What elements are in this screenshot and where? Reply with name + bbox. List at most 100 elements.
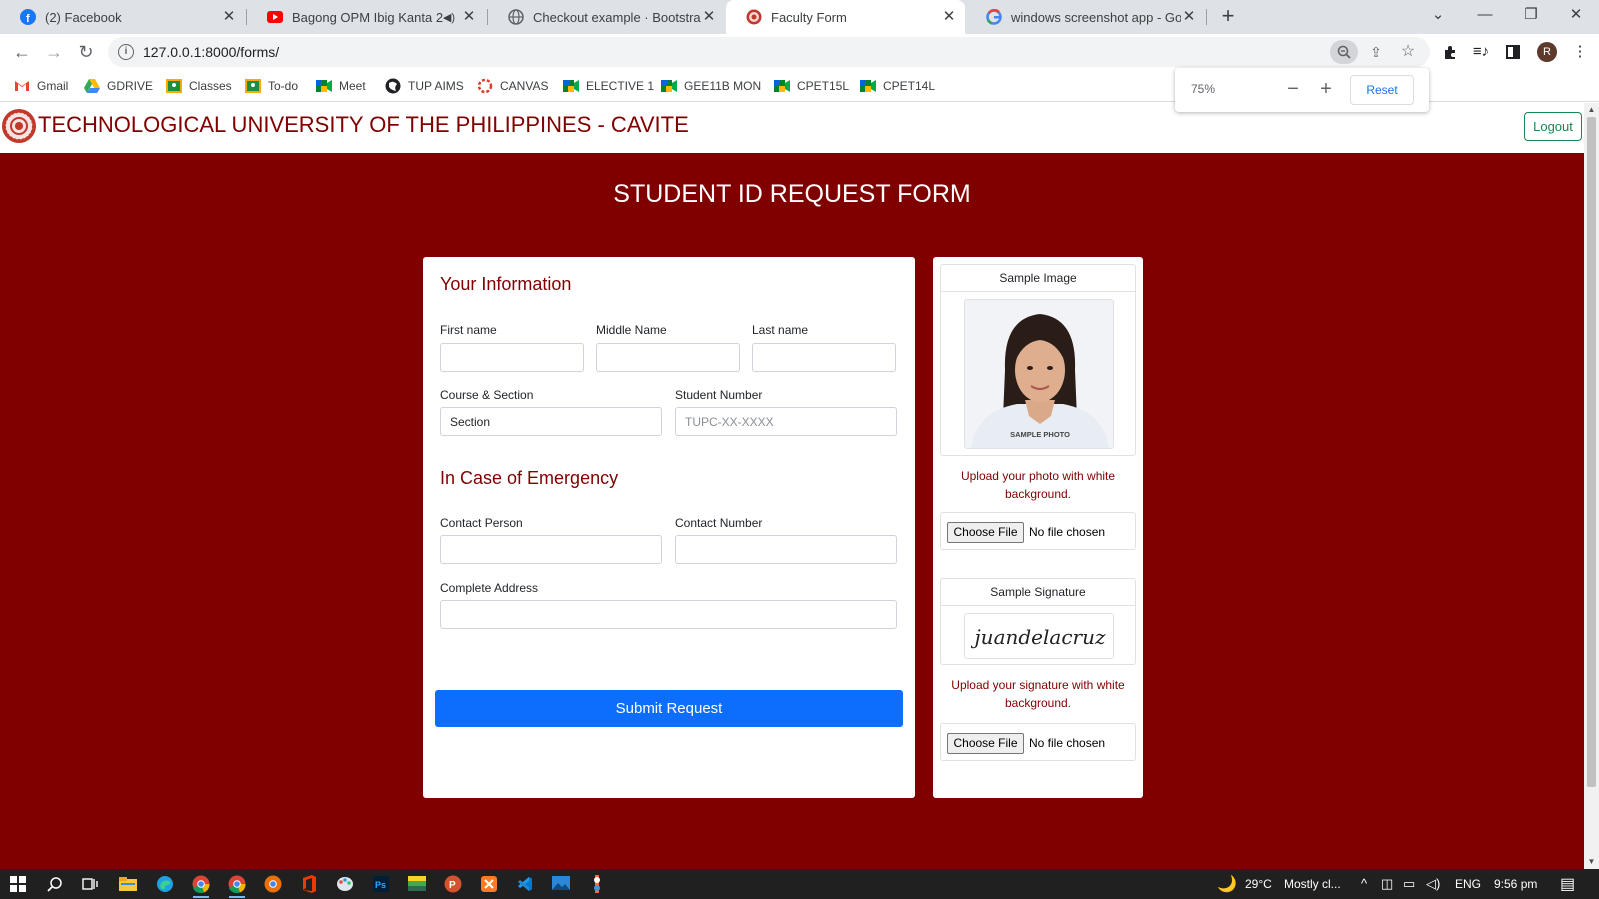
address-bar[interactable]: i 127.0.0.1:8000/forms/ ⇪ ☆ (108, 37, 1430, 67)
middle-name-field[interactable] (596, 343, 740, 372)
signature-file-status: No file chosen (1029, 736, 1106, 750)
edge-icon[interactable] (155, 874, 175, 894)
page-scrollbar[interactable]: ▲ ▼ (1584, 103, 1599, 869)
scroll-down-icon[interactable]: ▼ (1584, 855, 1599, 869)
bookmark-gee11b-mon[interactable]: GEE11B MON (661, 76, 761, 96)
meet-now-icon[interactable]: ◫ (1381, 876, 1393, 892)
photo-choose-file-button[interactable]: Choose File (947, 522, 1024, 543)
bookmark-cpet15l[interactable]: CPET15L (774, 76, 849, 96)
paint-icon[interactable] (335, 874, 355, 894)
bookmark-meet[interactable]: Meet (316, 76, 366, 96)
volume-icon[interactable]: ◁) (1426, 876, 1440, 892)
zoom-icon[interactable] (1330, 40, 1358, 64)
zoom-out-icon[interactable]: − (1282, 78, 1304, 100)
network-icon[interactable]: ▭ (1403, 876, 1415, 892)
meet-icon (563, 78, 579, 94)
stack-app-icon[interactable] (407, 874, 427, 894)
weather-description[interactable]: Mostly cl... (1284, 877, 1341, 891)
tab-search-icon[interactable]: ⌄ (1415, 0, 1461, 30)
share-icon[interactable]: ⇪ (1364, 40, 1388, 64)
meet-icon (774, 78, 790, 94)
bookmark-label: CPET15L (797, 79, 850, 93)
bookmark-canvas[interactable]: CANVAS (477, 76, 548, 96)
submit-request-button[interactable]: Submit Request (435, 690, 903, 727)
close-icon[interactable]: ✕ (461, 9, 477, 25)
file-explorer-icon[interactable] (118, 874, 138, 894)
search-icon[interactable] (45, 874, 65, 894)
bookmark-todo[interactable]: To-do (245, 76, 298, 96)
bookmark-cpet14l[interactable]: CPET14L (860, 76, 935, 96)
contact-person-field[interactable] (440, 535, 662, 564)
first-name-field[interactable] (440, 343, 584, 372)
student-number-field[interactable] (675, 407, 897, 436)
reload-icon[interactable]: ↻ (73, 39, 99, 65)
windows-start-icon[interactable] (8, 874, 28, 894)
close-icon[interactable]: ✕ (221, 9, 237, 25)
speaker-icon[interactable]: ◀) (443, 11, 455, 24)
bookmark-gdrive[interactable]: GDRIVE (84, 76, 153, 96)
screenshot-app-icon[interactable] (551, 874, 571, 894)
chrome-beta-icon[interactable] (263, 874, 283, 894)
bookmark-gmail[interactable]: Gmail (14, 76, 68, 96)
powerpoint-icon[interactable]: P (443, 874, 463, 894)
notifications-icon[interactable]: ▤ (1560, 874, 1575, 894)
language-indicator[interactable]: ENG (1455, 877, 1481, 891)
bookmark-star-icon[interactable]: ☆ (1396, 40, 1420, 64)
sample-image-frame: Sample Image SAMPLE PHOTO (940, 264, 1136, 456)
zoom-level: 75% (1191, 82, 1216, 96)
scroll-thumb[interactable] (1587, 117, 1596, 787)
office-icon[interactable] (299, 874, 319, 894)
close-icon[interactable]: ✕ (941, 9, 957, 25)
tab-bootstrap-checkout[interactable]: Checkout example · Bootstrap v5 ✕ (488, 0, 725, 34)
bookmark-tup-aims[interactable]: TUP AIMS (385, 76, 464, 96)
back-icon[interactable]: ← (9, 39, 35, 65)
tab-google-search[interactable]: windows screenshot app - Googl ✕ (966, 0, 1205, 34)
clock[interactable]: 9:56 pm (1494, 877, 1537, 891)
profile-avatar[interactable]: R (1537, 42, 1557, 62)
task-view-icon[interactable] (80, 874, 100, 894)
tray-chevron-up-icon[interactable]: ^ (1361, 876, 1367, 891)
tab-faculty-form[interactable]: Faculty Form ✕ (726, 0, 965, 34)
chrome-profile-icon[interactable] (227, 874, 247, 898)
menu-kebab-icon[interactable]: ⋮ (1567, 39, 1593, 65)
complete-address-field[interactable] (440, 600, 897, 629)
sample-signature-header: Sample Signature (941, 579, 1135, 606)
bookmark-elective-1[interactable]: ELECTIVE 1 (563, 76, 654, 96)
contact-person-label: Contact Person (440, 516, 523, 530)
restore-icon[interactable]: ❐ (1508, 0, 1554, 30)
course-section-field[interactable] (440, 407, 662, 436)
signature-file-input[interactable]: Choose File No file chosen (940, 723, 1136, 761)
zoom-reset-button[interactable]: Reset (1350, 75, 1414, 105)
signature-choose-file-button[interactable]: Choose File (947, 733, 1024, 754)
xampp-icon[interactable] (479, 874, 499, 894)
side-panel-icon[interactable] (1500, 39, 1526, 65)
zoom-in-icon[interactable]: + (1315, 78, 1337, 100)
site-info-icon[interactable]: i (118, 44, 134, 60)
minimize-icon[interactable]: — (1462, 0, 1508, 30)
photo-file-input[interactable]: Choose File No file chosen (940, 512, 1136, 550)
weather-temperature[interactable]: 29°C (1245, 877, 1272, 891)
last-name-label: Last name (752, 323, 809, 337)
window-close-icon[interactable]: ✕ (1553, 0, 1599, 30)
forward-icon[interactable]: → (41, 39, 67, 65)
svg-text:f: f (26, 13, 30, 25)
git-tool-icon[interactable] (587, 874, 607, 894)
new-tab-icon[interactable]: + (1215, 4, 1241, 30)
contact-number-field[interactable] (675, 535, 897, 564)
media-control-icon[interactable]: ≡♪ (1468, 39, 1494, 65)
vscode-icon[interactable] (515, 874, 535, 894)
tab-youtube[interactable]: Bagong OPM Ibig Kanta 202 ◀) ✕ (247, 0, 485, 34)
extensions-icon[interactable] (1437, 39, 1463, 65)
close-icon[interactable]: ✕ (1181, 9, 1197, 25)
logout-button[interactable]: Logout (1524, 112, 1582, 141)
bookmark-classes[interactable]: Classes (166, 76, 232, 96)
chrome-icon[interactable] (191, 874, 211, 898)
sample-photo-image: SAMPLE PHOTO (965, 300, 1113, 448)
last-name-field[interactable] (752, 343, 896, 372)
page-viewport: TECHNOLOGICAL UNIVERSITY OF THE PHILIPPI… (0, 103, 1584, 869)
photoshop-icon[interactable]: Ps (371, 874, 391, 894)
scroll-up-icon[interactable]: ▲ (1584, 103, 1599, 117)
tab-facebook[interactable]: f (2) Facebook ✕ (0, 0, 245, 34)
close-icon[interactable]: ✕ (701, 9, 717, 25)
tab-separator (1206, 9, 1207, 25)
